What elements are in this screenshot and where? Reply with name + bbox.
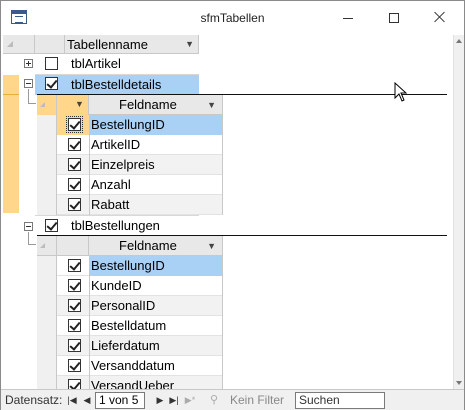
filter-toggle[interactable]: Kein Filter	[230, 393, 284, 407]
record-navigation-bar: Datensatz: |◀ ◀ 1 von 5 ▶ ▶| ▶* ⚲ Kein F…	[1, 389, 464, 410]
checkbox-column-header	[35, 35, 65, 54]
mouse-cursor-icon	[394, 82, 408, 102]
list-item[interactable]: Anzahl	[57, 175, 223, 195]
sub-select-all[interactable]	[37, 95, 57, 115]
record-label: Datensatz:	[5, 393, 63, 407]
close-icon	[434, 11, 446, 23]
subdatasheet-bestellungen: Feldname ▼ BestellungID KundeID Personal…	[37, 236, 223, 389]
list-item[interactable]: KundeID	[57, 276, 223, 296]
sub-column-header-label: Feldname	[119, 238, 177, 253]
field-name[interactable]: BestellungID	[91, 256, 165, 276]
sub-checkbox-header	[57, 236, 89, 256]
field-checkbox[interactable]	[68, 158, 81, 171]
maximize-icon	[389, 13, 399, 23]
collapse-icon[interactable]	[24, 222, 33, 231]
field-checkbox[interactable]	[68, 259, 81, 272]
collapse-icon[interactable]	[24, 79, 33, 88]
row-checkbox[interactable]	[45, 57, 58, 70]
chevron-down-icon[interactable]: ▼	[207, 95, 216, 115]
field-checkbox[interactable]	[68, 339, 81, 352]
list-item[interactable]: VersandUeber	[57, 376, 223, 389]
first-record-icon[interactable]: |◀	[65, 392, 79, 408]
chevron-down-icon[interactable]: ▼	[207, 236, 216, 256]
field-name[interactable]: KundeID	[91, 276, 142, 296]
filter-icon: ⚲	[210, 394, 219, 406]
field-name[interactable]: Lieferdatum	[91, 336, 160, 356]
last-record-icon[interactable]: ▶|	[167, 392, 181, 408]
subdatasheet-bestelldetails: ▼ Feldname ▼ BestellungID ArtikelID Einz…	[37, 95, 223, 215]
sub-column-header-feldname[interactable]: Feldname ▼	[89, 236, 223, 256]
list-item[interactable]: Einzelpreis	[57, 155, 223, 175]
scroll-up-icon[interactable]	[456, 39, 462, 43]
field-checkbox[interactable]	[68, 379, 81, 389]
field-checkbox[interactable]	[66, 116, 83, 133]
sub-record-selectors[interactable]	[37, 115, 57, 215]
record-selector-current[interactable]	[3, 75, 19, 213]
field-checkbox[interactable]	[68, 359, 81, 372]
row-checkbox[interactable]	[45, 219, 58, 232]
field-checkbox[interactable]	[68, 319, 81, 332]
list-item[interactable]: Versanddatum	[57, 356, 223, 376]
title-bar: sfmTabellen	[1, 1, 464, 35]
scroll-down-icon[interactable]	[456, 381, 462, 385]
close-button[interactable]	[417, 1, 463, 35]
field-name[interactable]: Einzelpreis	[91, 155, 155, 175]
field-checkbox[interactable]	[68, 138, 81, 151]
select-all-corner[interactable]	[3, 35, 35, 54]
chevron-down-icon[interactable]: ▼	[75, 99, 84, 109]
table-name-cell[interactable]: tblBestelldetails	[71, 75, 161, 95]
field-name[interactable]: PersonalID	[91, 296, 155, 316]
list-item[interactable]: Rabatt	[57, 195, 223, 215]
field-name[interactable]: BestellungID	[91, 115, 165, 135]
row-checkbox[interactable]	[45, 77, 58, 90]
list-item[interactable]: BestellungID	[57, 256, 223, 276]
field-checkbox[interactable]	[68, 279, 81, 292]
list-item[interactable]: Bestelldatum	[57, 316, 223, 336]
sub-checkbox-header: ▼	[57, 95, 89, 115]
column-header-label: Tabellenname	[67, 37, 148, 52]
sub-select-all[interactable]	[37, 236, 57, 256]
table-name-cell[interactable]: tblArtikel	[71, 54, 121, 74]
maximize-button[interactable]	[371, 1, 417, 35]
field-name[interactable]: Bestelldatum	[91, 316, 166, 336]
sub-column-header-label: Feldname	[119, 97, 177, 112]
list-item[interactable]: ArtikelID	[57, 135, 223, 155]
list-item[interactable]: PersonalID	[57, 296, 223, 316]
field-name[interactable]: Versanddatum	[91, 356, 175, 376]
search-input[interactable]: Suchen	[295, 392, 385, 409]
field-name[interactable]: ArtikelID	[91, 135, 140, 155]
table-name-cell[interactable]: tblBestellungen	[71, 216, 160, 236]
field-name[interactable]: Anzahl	[91, 175, 131, 195]
field-name[interactable]: Rabatt	[91, 195, 129, 215]
sub-column-header-feldname[interactable]: Feldname ▼	[89, 95, 223, 115]
field-name[interactable]: VersandUeber	[91, 376, 174, 389]
field-checkbox[interactable]	[68, 178, 81, 191]
field-checkbox[interactable]	[68, 299, 81, 312]
previous-record-icon[interactable]: ◀	[80, 392, 94, 408]
chevron-down-icon[interactable]: ▼	[185, 35, 194, 54]
form-window: sfmTabellen Tabellenname ▼ tblArtikel tb…	[0, 0, 465, 410]
next-record-icon[interactable]: ▶	[153, 392, 167, 408]
minimize-button[interactable]	[325, 1, 371, 35]
datasheet: Tabellenname ▼ tblArtikel tblBestelldeta…	[1, 35, 453, 389]
vertical-scrollbar[interactable]	[453, 35, 464, 389]
new-record-icon[interactable]: ▶*	[183, 392, 197, 408]
record-position-input[interactable]: 1 von 5	[95, 392, 145, 409]
list-item[interactable]: BestellungID	[57, 115, 223, 135]
sub-record-selectors[interactable]	[37, 256, 57, 389]
minimize-icon	[343, 18, 353, 19]
expand-icon[interactable]	[24, 59, 33, 68]
column-header-tabellenname[interactable]: Tabellenname ▼	[35, 35, 199, 54]
field-checkbox[interactable]	[68, 198, 81, 211]
list-item[interactable]: Lieferdatum	[57, 336, 223, 356]
